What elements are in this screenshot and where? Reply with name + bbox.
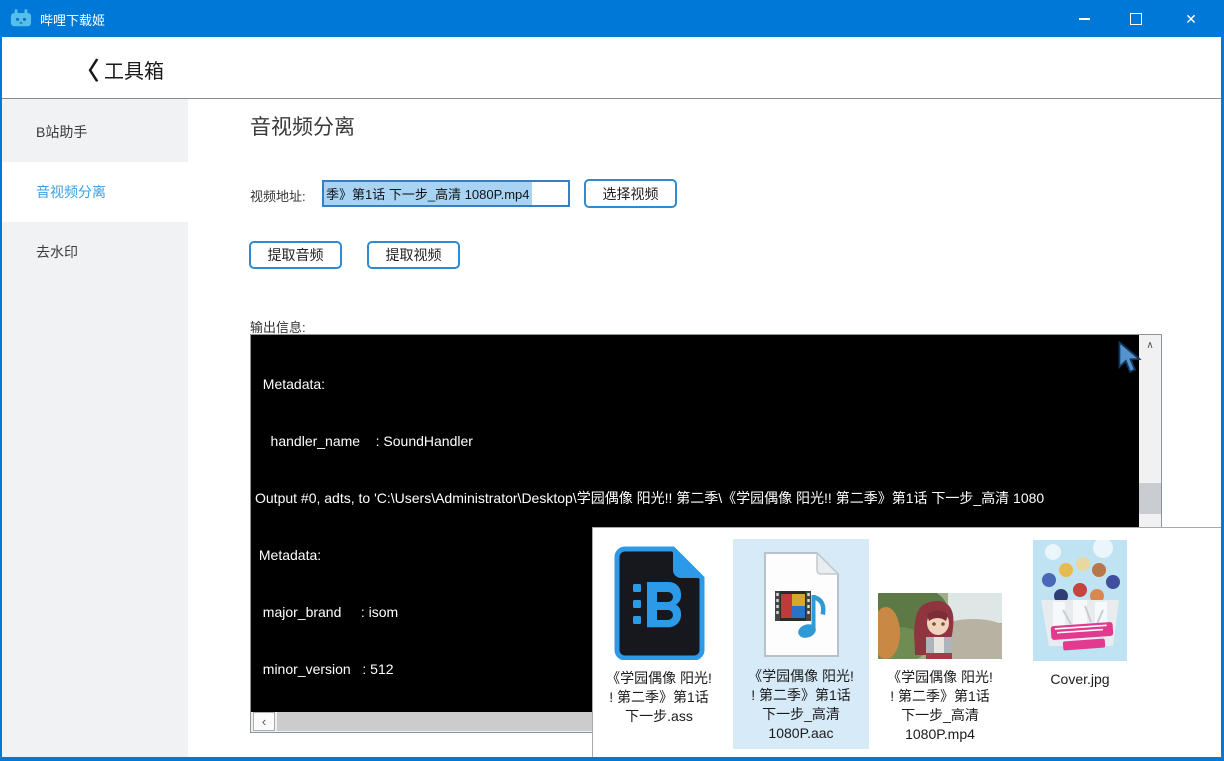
- console-line: Output #0, adts, to 'C:\Users\Administra…: [255, 489, 1044, 508]
- extract-audio-button[interactable]: 提取音频: [249, 241, 342, 269]
- extract-video-button[interactable]: 提取视频: [367, 241, 460, 269]
- close-icon: ✕: [1185, 12, 1197, 26]
- back-chevron-icon: 〈: [75, 51, 99, 86]
- window-border-bottom: [0, 757, 1224, 761]
- app-title: 哔哩下载姬: [40, 10, 105, 29]
- file-item-ass[interactable]: 《学园偶像 阳光! ! 第二季》第1话 下一步.ass: [595, 539, 723, 726]
- cover-thumbnail: [1033, 540, 1127, 666]
- page-title: 音视频分离: [250, 111, 355, 141]
- titlebar: 哔哩下载姬 ✕: [0, 0, 1224, 37]
- file-label: 《学园偶像 阳光! ! 第二季》第1话 下一步.ass: [606, 669, 712, 726]
- chevron-left-icon: ‹: [262, 714, 266, 729]
- aac-file-icon: [758, 551, 844, 663]
- sidebar-item-av-separation[interactable]: 音视频分离: [2, 162, 188, 222]
- video-address-selected-text: 季》第1话 下一步_高清 1080P.mp4: [324, 181, 532, 206]
- file-label: Cover.jpg: [1050, 670, 1109, 689]
- page-breadcrumb-title: 工具箱: [104, 55, 164, 84]
- scroll-left-button[interactable]: ‹: [253, 712, 275, 731]
- video-address-label: 视频地址:: [250, 186, 306, 205]
- header: 〈 工具箱: [0, 37, 1224, 99]
- minimize-icon: [1079, 18, 1090, 20]
- file-item-aac-selected[interactable]: 《学园偶像 阳光! ! 第二季》第1话 下一步_高清 1080P.aac: [733, 539, 869, 749]
- file-label: 《学园偶像 阳光! ! 第二季》第1话 下一步_高清 1080P.mp4: [887, 668, 993, 744]
- console-line: Metadata:: [255, 375, 1044, 394]
- mp4-thumbnail: [878, 593, 1002, 664]
- window-border-left: [0, 37, 2, 761]
- sidebar: B站助手 音视频分离 去水印: [2, 99, 188, 757]
- choose-video-button[interactable]: 选择视频: [584, 179, 677, 208]
- mouse-cursor-icon: [1117, 341, 1144, 381]
- sidebar-item-bstation-helper[interactable]: B站助手: [2, 102, 188, 162]
- minimize-button[interactable]: [1061, 0, 1107, 37]
- app-window: 哔哩下载姬 ✕ 〈 工具箱 B站助手 音视频分离 去水印 音视频分离 视频地址:…: [0, 0, 1224, 761]
- maximize-button[interactable]: [1113, 0, 1159, 37]
- close-button[interactable]: ✕: [1168, 0, 1214, 37]
- ass-file-icon: [613, 546, 705, 665]
- sidebar-item-remove-watermark[interactable]: 去水印: [2, 222, 188, 282]
- back-button[interactable]: 〈: [72, 51, 102, 85]
- file-label: 《学园偶像 阳光! ! 第二季》第1话 下一步_高清 1080P.aac: [748, 667, 854, 743]
- console-line: handler_name : SoundHandler: [255, 432, 1044, 451]
- video-address-input[interactable]: 季》第1话 下一步_高清 1080P.mp4: [322, 180, 570, 207]
- vertical-scroll-thumb[interactable]: [1139, 483, 1161, 514]
- file-explorer-overlay: 《学园偶像 阳光! ! 第二季》第1话 下一步.ass: [592, 527, 1221, 757]
- file-item-mp4[interactable]: 《学园偶像 阳光! ! 第二季》第1话 下一步_高清 1080P.mp4: [874, 539, 1006, 744]
- chevron-up-icon: ∧: [1146, 340, 1153, 351]
- maximize-icon: [1130, 13, 1142, 25]
- file-item-cover-jpg[interactable]: Cover.jpg: [1015, 539, 1145, 689]
- bilibili-tv-icon: [10, 8, 32, 28]
